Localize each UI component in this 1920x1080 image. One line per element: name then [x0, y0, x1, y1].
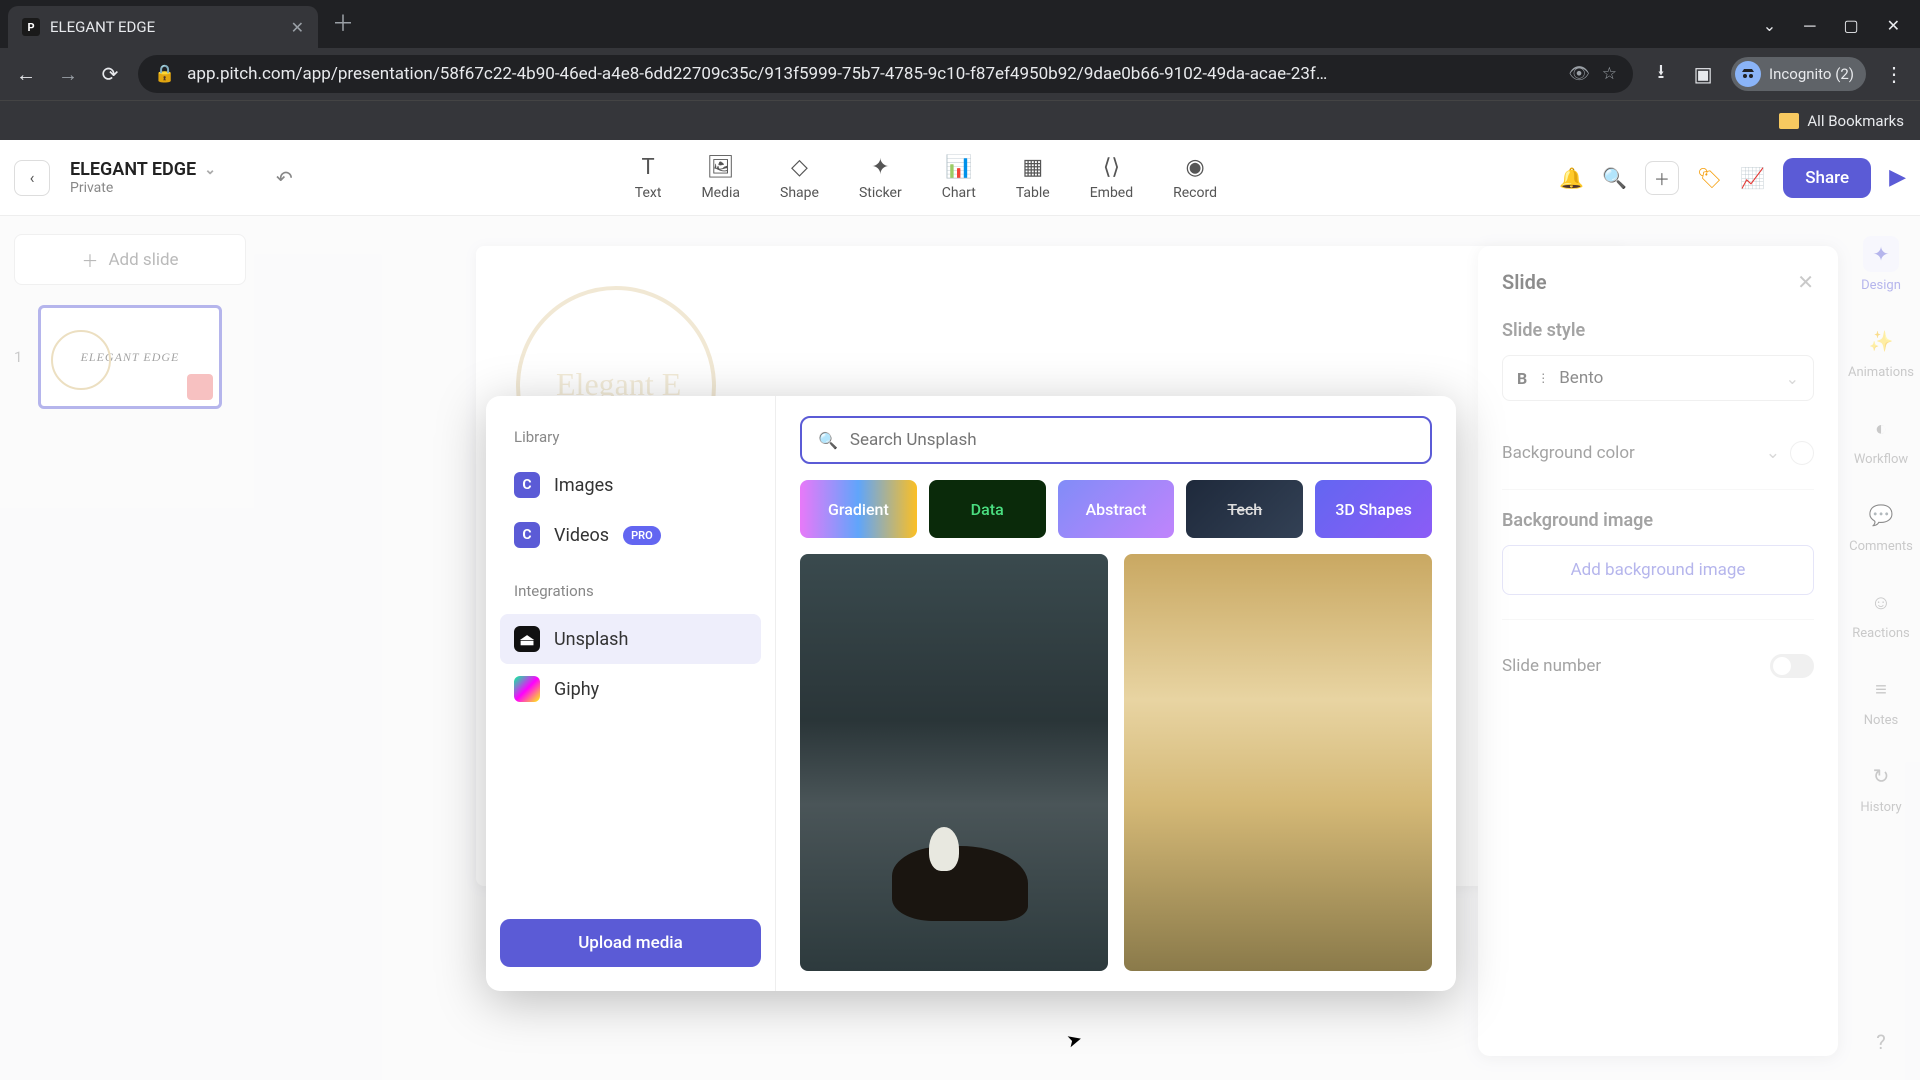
shape-icon: ◇ [791, 155, 808, 181]
browser-tab[interactable]: P ELEGANT EDGE ✕ [8, 6, 318, 48]
profile-badge[interactable]: Incognito (2) [1731, 57, 1866, 91]
app-back-button[interactable]: ‹ [14, 160, 50, 196]
chip-gradient[interactable]: Gradient [800, 480, 917, 538]
collection-icon: C [514, 522, 540, 548]
tag-icon[interactable]: 🏷 [1697, 166, 1722, 190]
download-icon[interactable]: ⭳ [1647, 57, 1675, 91]
media-picker-modal: Library C Images C Videos PRO Integratio… [486, 396, 1456, 991]
window-close-icon[interactable]: ✕ [1887, 16, 1900, 36]
play-button[interactable]: ▶ [1889, 165, 1906, 190]
tool-record[interactable]: ◉Record [1173, 155, 1217, 201]
tool-shape[interactable]: ◇Shape [780, 155, 819, 201]
integrations-heading: Integrations [500, 574, 761, 608]
unsplash-icon: ⏏ [514, 626, 540, 652]
url-bar[interactable]: 🔒 app.pitch.com/app/presentation/58f67c2… [138, 55, 1633, 93]
reader-icon[interactable]: ▣ [1689, 62, 1717, 86]
image-result[interactable] [1124, 554, 1432, 971]
sticker-icon: ✦ [871, 155, 889, 181]
tool-media[interactable]: 🖼Media [701, 155, 740, 201]
add-button[interactable]: ＋ [1645, 161, 1679, 195]
incognito-icon [1735, 61, 1761, 87]
library-videos[interactable]: C Videos PRO [500, 510, 761, 560]
minimize-icon[interactable]: ─ [1804, 16, 1815, 36]
upload-media-button[interactable]: Upload media [500, 919, 761, 967]
tab-title: ELEGANT EDGE [50, 18, 281, 36]
profile-label: Incognito (2) [1769, 65, 1854, 83]
tool-table[interactable]: ▦Table [1016, 155, 1050, 201]
media-icon: 🖼 [707, 155, 735, 181]
analytics-icon[interactable]: 📈 [1740, 166, 1765, 190]
tool-sticker[interactable]: ✦Sticker [859, 155, 902, 201]
integration-unsplash[interactable]: ⏏ Unsplash [500, 614, 761, 664]
doc-visibility: Private [70, 180, 216, 196]
table-icon: ▦ [1022, 155, 1043, 181]
reload-icon[interactable]: ⟳ [96, 62, 124, 86]
tab-favicon: P [22, 18, 40, 36]
chart-icon: 📊 [945, 155, 972, 181]
eye-off-icon[interactable]: 👁 [1568, 64, 1590, 84]
pro-badge: PRO [623, 526, 661, 545]
search-icon[interactable]: 🔍 [1602, 166, 1627, 190]
text-icon: T [642, 155, 655, 181]
chip-data[interactable]: Data [929, 480, 1046, 538]
menu-icon[interactable]: ⋮ [1880, 62, 1908, 86]
chip-tech[interactable]: Tech [1186, 480, 1303, 538]
image-result[interactable]: by Jonathan Caliguire [800, 554, 1108, 971]
chevron-down-icon: ⌄ [204, 162, 216, 178]
bookmark-label: All Bookmarks [1807, 112, 1904, 130]
url-text: app.pitch.com/app/presentation/58f67c22-… [187, 64, 1556, 84]
new-tab-button[interactable]: ＋ [332, 6, 354, 38]
tool-embed[interactable]: ⟨⟩Embed [1090, 155, 1133, 201]
record-icon: ◉ [1185, 155, 1204, 181]
forward-icon[interactable]: → [54, 62, 82, 87]
search-box[interactable]: 🔍 [800, 416, 1432, 464]
bell-icon[interactable]: 🔔 [1559, 166, 1584, 190]
lock-icon: 🔒 [154, 64, 175, 84]
star-icon[interactable]: ☆ [1602, 64, 1617, 84]
folder-icon [1779, 113, 1799, 129]
tool-text[interactable]: TText [635, 155, 662, 201]
library-images[interactable]: C Images [500, 460, 761, 510]
chip-abstract[interactable]: Abstract [1058, 480, 1175, 538]
search-input[interactable] [850, 430, 1414, 450]
search-icon: 🔍 [818, 431, 838, 450]
maximize-icon[interactable]: ▢ [1843, 16, 1858, 36]
back-icon[interactable]: ← [12, 62, 40, 87]
tab-search-icon[interactable]: ⌄ [1763, 16, 1776, 36]
rock-shape [892, 846, 1028, 921]
doc-title[interactable]: ELEGANT EDGE ⌄ [70, 159, 216, 180]
library-heading: Library [500, 420, 761, 454]
chip-3d-shapes[interactable]: 3D Shapes [1315, 480, 1432, 538]
pelican-shape [929, 827, 959, 871]
collection-icon: C [514, 472, 540, 498]
embed-icon: ⟨⟩ [1103, 155, 1120, 181]
giphy-icon [514, 676, 540, 702]
undo-button[interactable]: ↶ [276, 166, 293, 190]
close-icon[interactable]: ✕ [291, 18, 304, 37]
tool-chart[interactable]: 📊Chart [942, 155, 976, 201]
share-button[interactable]: Share [1783, 158, 1871, 198]
all-bookmarks-button[interactable]: All Bookmarks [1779, 112, 1904, 130]
integration-giphy[interactable]: Giphy [500, 664, 761, 714]
